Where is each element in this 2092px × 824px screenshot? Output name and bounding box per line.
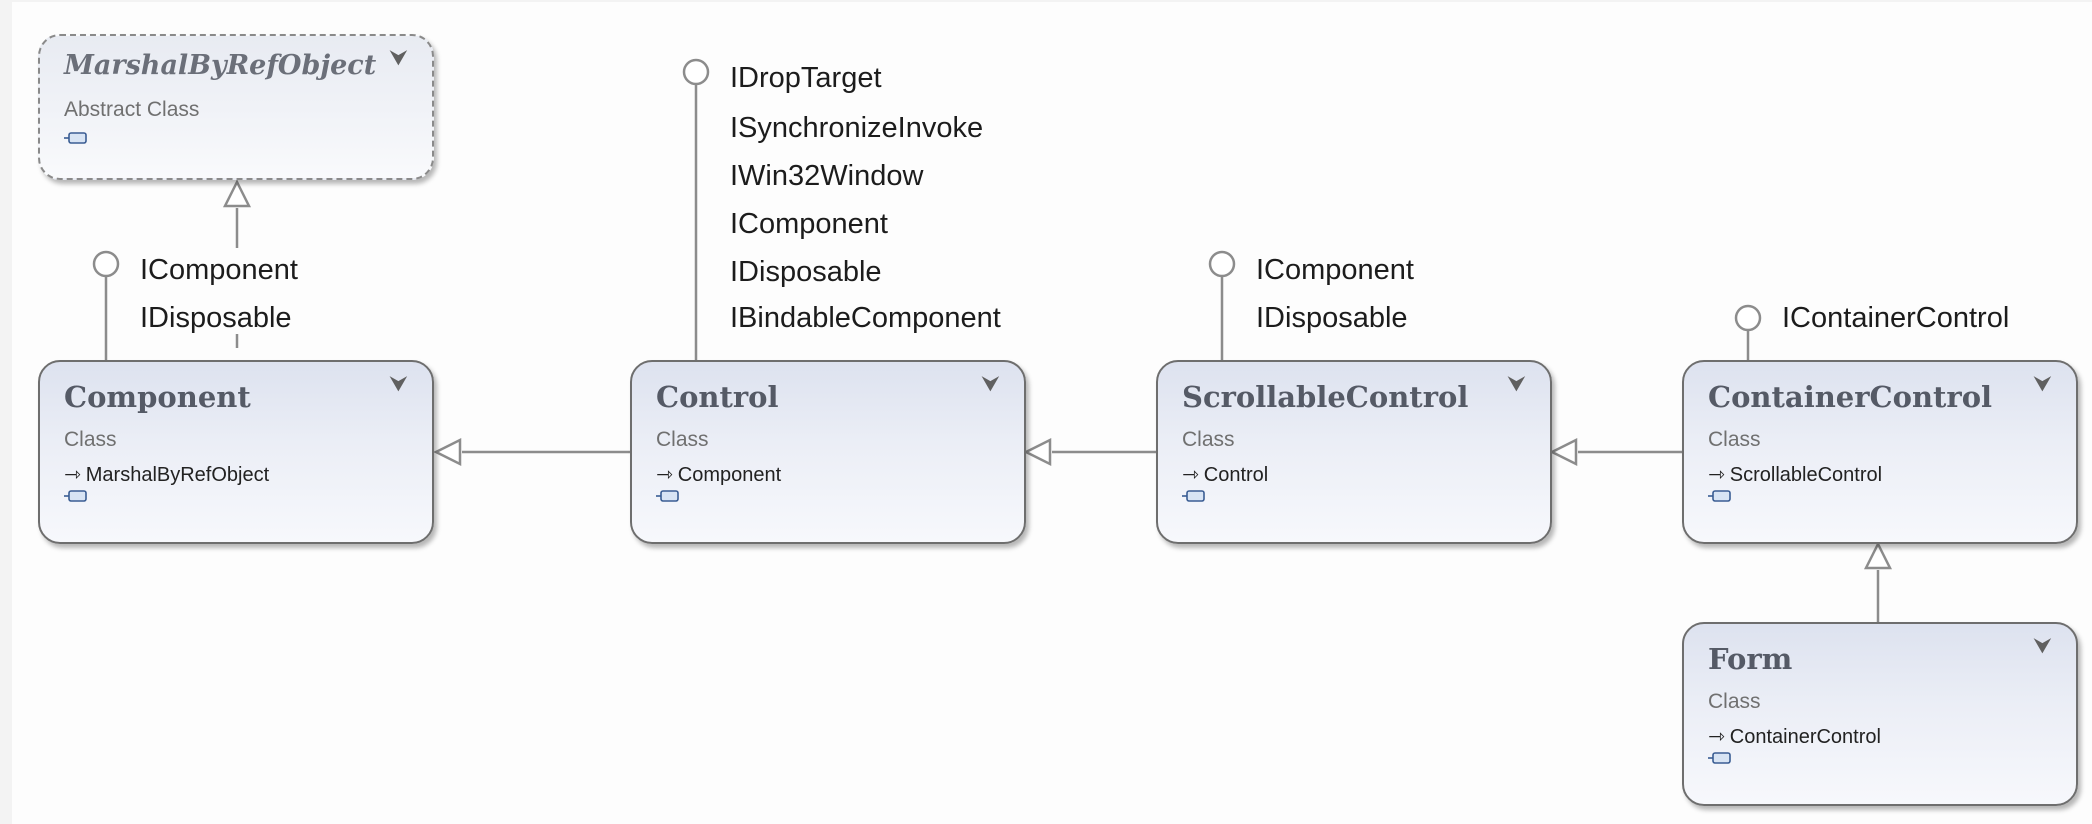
collapse-icon[interactable]: ⮟ <box>2033 636 2052 658</box>
lollipop-head-control <box>682 58 710 86</box>
interface-label-isynchronizeinvoke: ISynchronizeInvoke <box>730 112 984 144</box>
lollipop-head-container <box>1734 304 1762 332</box>
inheritance-arrow-icon: ⇾ <box>1708 726 1725 748</box>
collapse-icon[interactable]: ⮟ <box>1507 374 1526 396</box>
collapse-icon[interactable]: ⮟ <box>389 374 408 396</box>
members-icon <box>64 490 87 502</box>
class-box-control[interactable]: Control ⮟ Class ⇾ Component <box>630 360 1026 544</box>
interface-label-idisposable: IDisposable <box>1256 302 1408 334</box>
interface-label-idisposable: IDisposable <box>140 302 292 334</box>
class-kind: Abstract Class <box>64 98 200 121</box>
inheritance-arrow-icon: ⇾ <box>656 464 673 486</box>
members-icon <box>1182 490 1205 502</box>
lollipop-head-scrollable <box>1208 250 1236 278</box>
class-kind: Class <box>1182 428 1235 451</box>
members-icon <box>1708 490 1731 502</box>
base-class-ref: ⇾ MarshalByRefObject <box>64 462 269 487</box>
class-kind: Class <box>64 428 117 451</box>
class-box-marshalbyrefobject[interactable]: MarshalByRefObject ⮟ Abstract Class <box>38 34 434 180</box>
interface-label-icomponent: IComponent <box>730 208 888 240</box>
collapse-icon[interactable]: ⮟ <box>2033 374 2052 396</box>
inheritance-arrow-icon: ⇾ <box>1708 464 1725 486</box>
class-box-scrollablecontrol[interactable]: ScrollableControl ⮟ Class ⇾ Control <box>1156 360 1552 544</box>
class-box-form[interactable]: Form ⮟ Class ⇾ ContainerControl <box>1682 622 2078 806</box>
base-class-ref: ⇾ ContainerControl <box>1708 724 1881 749</box>
inheritance-arrow-icon: ⇾ <box>1182 464 1199 486</box>
members-icon <box>64 132 87 144</box>
interface-label-icontainercontrol: IContainerControl <box>1782 302 2010 334</box>
base-class-ref: ⇾ ScrollableControl <box>1708 462 1882 487</box>
collapse-icon[interactable]: ⮟ <box>981 374 1000 396</box>
base-class-name: Control <box>1203 464 1269 486</box>
inheritance-arrow-icon: ⇾ <box>64 464 81 486</box>
interface-label-icomponent: IComponent <box>1256 254 1414 286</box>
class-name: ScrollableControl <box>1182 380 1469 414</box>
class-kind: Class <box>1708 428 1761 451</box>
members-icon <box>1708 752 1731 764</box>
interface-label-idroptarget: IDropTarget <box>730 62 882 94</box>
interface-label-idisposable: IDisposable <box>730 256 882 288</box>
class-name: Form <box>1708 642 1793 676</box>
members-icon <box>656 490 679 502</box>
inheritance-arrowhead-scrollable <box>1549 437 1578 467</box>
inheritance-arrowhead-container <box>1863 541 1893 570</box>
class-name: ContainerControl <box>1708 380 1993 414</box>
inheritance-arrowhead-control <box>1023 437 1052 467</box>
interface-label-icomponent: IComponent <box>140 254 298 286</box>
class-name: Component <box>64 380 251 414</box>
base-class-name: MarshalByRefObject <box>85 464 270 486</box>
interface-label-iwin32window: IWin32Window <box>730 160 924 192</box>
base-class-name: ContainerControl <box>1729 726 1881 748</box>
base-class-ref: ⇾ Component <box>656 462 781 487</box>
class-kind: Class <box>656 428 709 451</box>
class-name: Control <box>656 380 779 414</box>
base-class-name: ScrollableControl <box>1729 464 1883 486</box>
base-class-name: Component <box>677 464 782 486</box>
inheritance-arrowhead-marshal <box>222 179 252 208</box>
interface-label-ibindablecomponent: IBindableComponent <box>730 302 1001 334</box>
class-kind: Class <box>1708 690 1761 713</box>
collapse-icon[interactable]: ⮟ <box>389 48 408 70</box>
lollipop-head-component <box>92 250 120 278</box>
class-box-containercontrol[interactable]: ContainerControl ⮟ Class ⇾ ScrollableCont… <box>1682 360 2078 544</box>
class-name: MarshalByRefObject <box>64 50 377 81</box>
base-class-ref: ⇾ Control <box>1182 462 1268 487</box>
inheritance-arrowhead-component <box>433 437 462 467</box>
class-box-component[interactable]: Component ⮟ Class ⇾ MarshalByRefObject <box>38 360 434 544</box>
